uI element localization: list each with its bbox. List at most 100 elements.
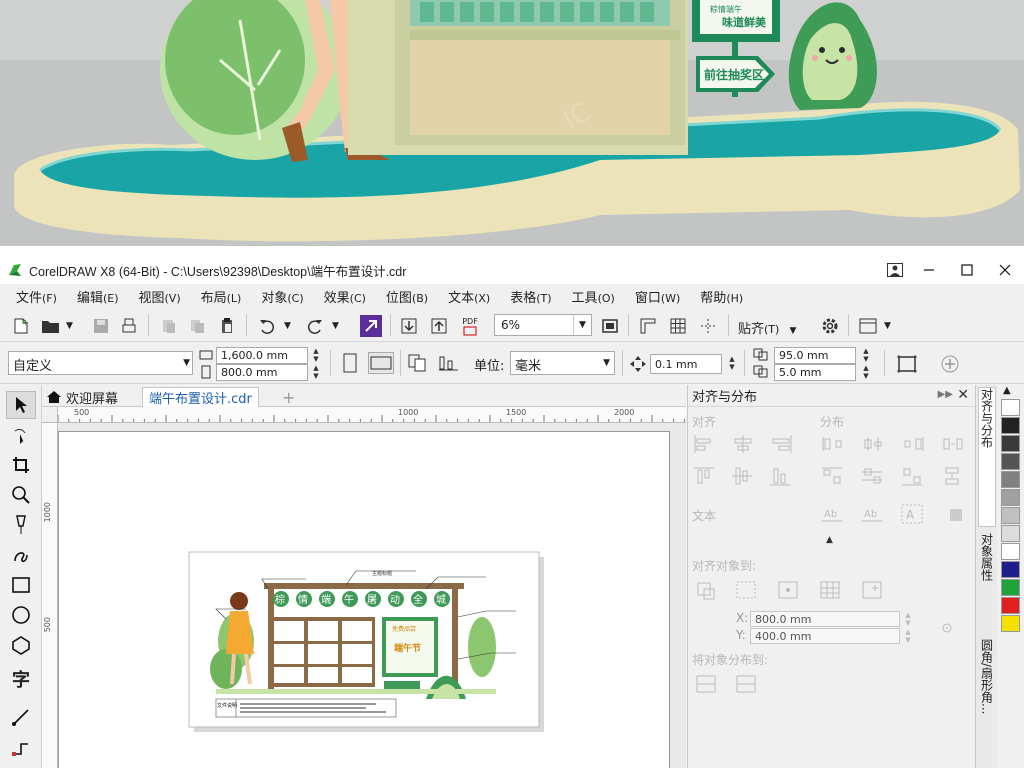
- all-pages-icon[interactable]: [406, 352, 432, 374]
- duplicate-x-spinner[interactable]: ▲ ▼: [860, 347, 872, 364]
- palette-swatch[interactable]: [1001, 543, 1020, 560]
- text-outline-icon[interactable]: [944, 503, 970, 525]
- vertical-ruler[interactable]: 1000 500: [42, 407, 58, 768]
- zoom-tool-icon[interactable]: [6, 481, 36, 509]
- undo-icon[interactable]: [256, 316, 278, 336]
- crop-tool-icon[interactable]: [6, 451, 36, 479]
- palette-swatch[interactable]: [1001, 417, 1020, 434]
- shape-tool-icon[interactable]: [6, 421, 36, 449]
- tab-welcome-screen[interactable]: 欢迎屏幕: [46, 387, 118, 407]
- palette-swatch[interactable]: [1001, 471, 1020, 488]
- export-icon[interactable]: [428, 315, 450, 337]
- docker-close-icon[interactable]: ✕: [957, 387, 969, 403]
- palette-swatch[interactable]: [1001, 507, 1020, 524]
- show-rulers-icon[interactable]: [636, 315, 660, 337]
- y-coordinate-field[interactable]: 400.0 mm: [750, 628, 900, 644]
- user-account-icon[interactable]: [880, 256, 910, 284]
- show-grid-icon[interactable]: [666, 315, 690, 337]
- show-guidelines-icon[interactable]: [696, 315, 720, 337]
- freehand-tool-icon[interactable]: [6, 511, 36, 539]
- docker-tab-object-properties[interactable]: 对象属性: [978, 533, 996, 633]
- import-icon[interactable]: [398, 315, 420, 337]
- page-width-field[interactable]: 1,600.0 mm: [216, 347, 308, 364]
- page-width-spinner[interactable]: ▲ ▼: [310, 347, 322, 364]
- x-coordinate-spinner[interactable]: ▲ ▼: [902, 611, 914, 628]
- palette-swatch[interactable]: [1001, 615, 1020, 632]
- point-picker-icon[interactable]: [940, 621, 954, 635]
- menu-item[interactable]: 对象(C): [251, 287, 313, 306]
- align-to-grid-icon[interactable]: [818, 579, 844, 601]
- nudge-distance-spinner[interactable]: ▲ ▼: [726, 355, 738, 372]
- current-page-icon[interactable]: [436, 352, 462, 374]
- pick-tool-icon[interactable]: [6, 391, 36, 419]
- docker-tab-fillet[interactable]: 圆角/扇形角...: [978, 639, 996, 767]
- save-icon[interactable]: [90, 316, 112, 336]
- snap-to-dropdown[interactable]: 贴齐(T) ▼: [738, 318, 796, 337]
- docker-expand-icon[interactable]: ▶▶: [938, 389, 953, 400]
- menu-item[interactable]: 帮助(H): [690, 287, 753, 306]
- tab-document[interactable]: 端午布置设计.cdr: [142, 387, 259, 407]
- polygon-tool-icon[interactable]: [6, 631, 36, 659]
- print-icon[interactable]: [118, 316, 140, 336]
- align-to-page-edge-icon[interactable]: [734, 579, 760, 601]
- nudge-distance-field[interactable]: 0.1 mm: [650, 354, 722, 374]
- distribute-top-icon[interactable]: [820, 465, 846, 487]
- ruler-origin[interactable]: [42, 407, 58, 423]
- palette-swatch[interactable]: [1001, 579, 1020, 596]
- new-document-icon[interactable]: +: [10, 316, 32, 336]
- drawing-canvas[interactable]: 棕 情 端 午 屠 动 全 城 主题标题 免费品尝 端午节 文件说明: [58, 423, 686, 768]
- palette-swatch[interactable]: [1001, 525, 1020, 542]
- add-tab-icon[interactable]: +: [282, 387, 295, 407]
- align-center-v-icon[interactable]: [730, 465, 756, 487]
- paste-icon[interactable]: [216, 316, 238, 336]
- portrait-orientation-icon[interactable]: [340, 352, 360, 374]
- palette-swatch[interactable]: [1001, 597, 1020, 614]
- landscape-orientation-icon[interactable]: [368, 352, 394, 374]
- copy-icon[interactable]: [186, 316, 208, 336]
- menu-item[interactable]: 表格(T): [500, 287, 561, 306]
- rectangle-tool-icon[interactable]: [6, 571, 36, 599]
- y-coordinate-spinner[interactable]: ▲ ▼: [902, 628, 914, 645]
- close-button[interactable]: [986, 256, 1024, 284]
- search-content-icon[interactable]: [360, 315, 382, 337]
- duplicate-y-field[interactable]: 5.0 mm: [774, 364, 856, 381]
- align-to-point-icon[interactable]: [860, 579, 886, 601]
- collapse-section-icon[interactable]: ▲: [826, 535, 833, 545]
- ellipse-tool-icon[interactable]: [6, 601, 36, 629]
- distribute-spacing-h-icon[interactable]: [940, 433, 966, 455]
- artwork-design[interactable]: 棕 情 端 午 屠 动 全 城 主题标题 免费品尝 端午节 文件说明: [186, 549, 566, 749]
- open-folder-icon[interactable]: [40, 316, 62, 336]
- distribute-to-page-icon[interactable]: [734, 673, 760, 695]
- menu-item[interactable]: 布局(L): [191, 287, 252, 306]
- application-launcher-icon[interactable]: [856, 315, 880, 337]
- palette-swatch[interactable]: [1001, 399, 1020, 416]
- add-preset-icon[interactable]: [938, 352, 962, 376]
- align-top-icon[interactable]: [692, 465, 718, 487]
- duplicate-x-field[interactable]: 95.0 mm: [774, 347, 856, 364]
- horizontal-ruler[interactable]: 500 1000 1500 2000: [58, 407, 686, 423]
- options-gear-icon[interactable]: [818, 315, 842, 337]
- distribute-center-v-icon[interactable]: [860, 465, 886, 487]
- text-align-bbox-icon[interactable]: A: [900, 503, 926, 525]
- menu-item[interactable]: 效果(C): [314, 287, 376, 306]
- units-select[interactable]: 毫米 ▼: [510, 351, 615, 375]
- distribute-right-icon[interactable]: [900, 433, 926, 455]
- publish-pdf-icon[interactable]: PDF: [458, 314, 482, 338]
- artistic-media-tool-icon[interactable]: [6, 541, 36, 569]
- text-align-last-line-icon[interactable]: Ab: [860, 503, 886, 525]
- page-border-icon[interactable]: [894, 352, 920, 376]
- minimize-button[interactable]: [910, 256, 948, 284]
- page-height-spinner[interactable]: ▲ ▼: [310, 364, 322, 381]
- align-left-icon[interactable]: [692, 433, 718, 455]
- cut-icon[interactable]: [158, 316, 180, 336]
- zoom-level-select[interactable]: 6% ▼: [494, 314, 592, 336]
- distribute-bottom-icon[interactable]: [900, 465, 926, 487]
- distribute-center-h-icon[interactable]: [860, 433, 886, 455]
- menu-item[interactable]: 视图(V): [129, 287, 191, 306]
- text-align-first-line-icon[interactable]: Ab: [820, 503, 846, 525]
- page-size-preset-select[interactable]: 自定义 ▼: [8, 351, 193, 375]
- menu-item[interactable]: 文本(X): [438, 287, 500, 306]
- palette-swatch[interactable]: [1001, 453, 1020, 470]
- distribute-left-icon[interactable]: [820, 433, 846, 455]
- x-coordinate-field[interactable]: 800.0 mm: [750, 611, 900, 627]
